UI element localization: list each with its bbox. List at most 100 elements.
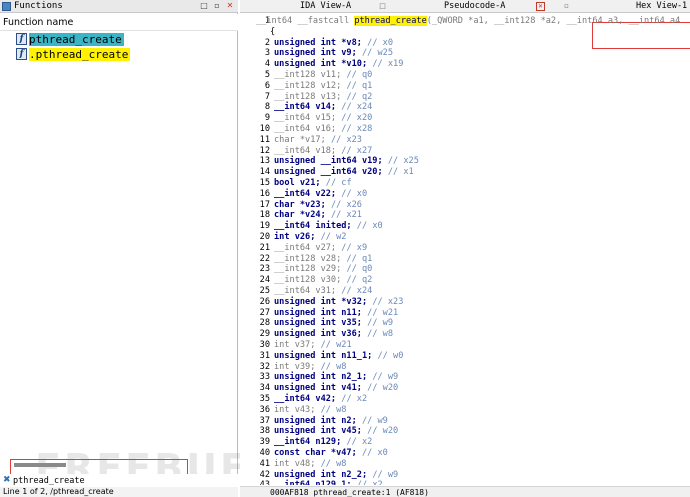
column-header-function-name[interactable]: Function name [0, 14, 238, 31]
register-comment: // w20 [367, 426, 399, 437]
code-line[interactable]: 36 int v43; // w8 [240, 405, 690, 416]
declaration-text: unsigned int n2_2; [274, 469, 368, 480]
function-row[interactable]: f .pthread_create [0, 47, 238, 62]
line-number: 14 [259, 167, 270, 178]
tab-float-icon[interactable]: ▫ [562, 2, 571, 11]
code-line[interactable]: 28 unsigned int v35; // w9 [240, 318, 690, 329]
code-line[interactable]: 27 unsigned int n11; // w21 [240, 308, 690, 319]
code-line[interactable]: 34 unsigned int v41; // w20 [240, 383, 690, 394]
code-line[interactable]: 15 bool v21; // cf [240, 178, 690, 189]
register-comment: // x0 [367, 37, 394, 48]
code-line[interactable]: 42 unsigned int n2_2; // w9 [240, 470, 690, 481]
code-line[interactable]: 40 const char *v47; // x0 [240, 448, 690, 459]
line-number: 9 [264, 113, 270, 124]
register-comment: // x23 [372, 296, 404, 307]
code-line[interactable]: 13 unsigned __int64 v19; // x25 [240, 156, 690, 167]
code-line[interactable]: 31 unsigned int n11_1; // w0 [240, 351, 690, 362]
functions-title-bar: Functions □ ▫ ✕ [0, 0, 238, 13]
pseudocode-view[interactable]: 1 __int64 __fastcall pthread_create(_QWOR… [240, 14, 690, 485]
float-icon[interactable]: ▫ [212, 1, 222, 11]
code-line[interactable]: 35 __int64 v42; // x2 [240, 394, 690, 405]
signature-params: (_QWORD *a1, __int128 *a2, __int64 a3, _… [426, 16, 681, 26]
line-number: 2 [264, 37, 270, 48]
declaration: int v26; // w2 [274, 232, 346, 243]
declaration: unsigned __int64 v19; // x25 [274, 156, 419, 167]
function-name[interactable]: .pthread_create [29, 48, 131, 61]
code-line[interactable]: 37 unsigned int n2; // w9 [240, 416, 690, 427]
code-line[interactable]: 21 __int64 v27; // x9 [240, 243, 690, 254]
code-line[interactable]: 23 __int128 v29; // q0 [240, 264, 690, 275]
register-comment: // w21 [320, 340, 352, 350]
code-line[interactable]: 10 __int64 v16; // x28 [240, 124, 690, 135]
register-comment: // x1 [387, 167, 414, 178]
declaration: unsigned int v41; // w20 [274, 383, 398, 394]
declaration-text: __int128 v28; [274, 253, 342, 264]
code-line[interactable]: 24 __int128 v30; // q2 [240, 275, 690, 286]
quick-filter-input[interactable] [13, 475, 163, 486]
column-header-label: Function name [3, 17, 74, 28]
code-line[interactable]: 20 int v26; // w2 [240, 232, 690, 243]
code-line[interactable]: 8 __int64 v14; // x24 [240, 102, 690, 113]
code-line[interactable]: 9 __int64 v15; // x20 [240, 113, 690, 124]
register-comment: // w8 [320, 361, 347, 372]
register-comment: // w8 [320, 404, 347, 415]
register-comment: // q2 [346, 91, 373, 102]
code-line[interactable]: 38 unsigned int v45; // w20 [240, 426, 690, 437]
register-comment: // w9 [367, 318, 394, 329]
line-number: 18 [259, 210, 270, 221]
code-line[interactable]: 22 __int128 v28; // q1 [240, 254, 690, 265]
register-comment: // w25 [361, 48, 394, 59]
register-comment: // w8 [320, 458, 347, 469]
signature-prefix: __int64 __fastcall [256, 16, 355, 26]
open-brace-line[interactable]: { [240, 27, 690, 38]
declaration-text: unsigned int n11; [274, 307, 362, 318]
code-line[interactable]: 26 unsigned int *v32; // x23 [240, 297, 690, 308]
tab-hex-view-1[interactable]: Hex View-1 [636, 0, 687, 13]
code-line[interactable]: 3 unsigned int v9; // w25 [240, 48, 690, 59]
code-line[interactable]: 29 unsigned int v36; // w8 [240, 329, 690, 340]
code-line[interactable]: 39 __int64 n129; // x2 [240, 437, 690, 448]
register-comment: // w21 [367, 307, 399, 318]
function-signature-line[interactable]: 1 __int64 __fastcall pthread_create(_QWOR… [240, 16, 690, 27]
declaration-text: int v43; [274, 404, 316, 415]
declaration-text: __int64 v31; [274, 286, 337, 296]
tab-close-icon[interactable]: ✕ [536, 2, 545, 11]
line-number: 27 [259, 307, 270, 318]
code-line[interactable]: 30 int v37; // w21 [240, 340, 690, 351]
line-number: 7 [264, 91, 270, 102]
function-name[interactable]: pthread_create [29, 33, 124, 46]
restore-icon[interactable]: □ [199, 1, 209, 11]
code-line[interactable]: 14 unsigned __int64 v20; // x1 [240, 167, 690, 178]
tab-restore-icon[interactable]: □ [378, 2, 387, 11]
declaration-text: __int128 v12; [274, 80, 342, 91]
code-line[interactable]: 2 unsigned int *v8; // x0 [240, 38, 690, 49]
tab-ida-view-a[interactable]: IDA View-A [300, 0, 351, 13]
code-line[interactable]: 7 __int128 v13; // q2 [240, 92, 690, 103]
declaration: __int64 v14; // x24 [274, 102, 372, 113]
code-line[interactable]: 41 int v48; // w8 [240, 459, 690, 470]
declaration: __int64 inited; // x0 [274, 221, 383, 232]
code-line[interactable]: 18 char *v24; // x21 [240, 210, 690, 221]
code-line[interactable]: 12 __int64 v18; // x27 [240, 146, 690, 157]
signature-function-name[interactable]: pthread_create [354, 16, 427, 26]
code-line[interactable]: 33 unsigned int n2_1; // w9 [240, 372, 690, 383]
close-icon[interactable]: ✕ [225, 1, 235, 11]
code-line[interactable]: 16 __int64 v22; // x0 [240, 189, 690, 200]
code-line[interactable]: 6 __int128 v12; // q1 [240, 81, 690, 92]
function-row[interactable]: f pthread_create [0, 32, 238, 47]
line-number: 8 [264, 102, 270, 113]
line-number: 32 [259, 361, 270, 372]
code-line[interactable]: 32 int v39; // w8 [240, 362, 690, 373]
code-line[interactable]: 43 __int64 n129_1; // x2 [240, 480, 690, 485]
register-comment: // x24 [341, 286, 373, 296]
code-line[interactable]: 17 char *v23; // x26 [240, 200, 690, 211]
declaration-text: __int64 v27; [274, 242, 337, 253]
code-line[interactable]: 19 __int64 inited; // x0 [240, 221, 690, 232]
code-line[interactable]: 11 char *v17; // x23 [240, 135, 690, 146]
declaration-text: unsigned int v9; [274, 48, 357, 59]
tab-pseudocode-a[interactable]: Pseudocode-A [444, 0, 505, 13]
code-line[interactable]: 4 unsigned int *v10; // x19 [240, 59, 690, 70]
code-line[interactable]: 5 __int128 v11; // q0 [240, 70, 690, 81]
code-line[interactable]: 25 __int64 v31; // x24 [240, 286, 690, 297]
clear-filter-icon[interactable]: ✖ [3, 474, 11, 487]
